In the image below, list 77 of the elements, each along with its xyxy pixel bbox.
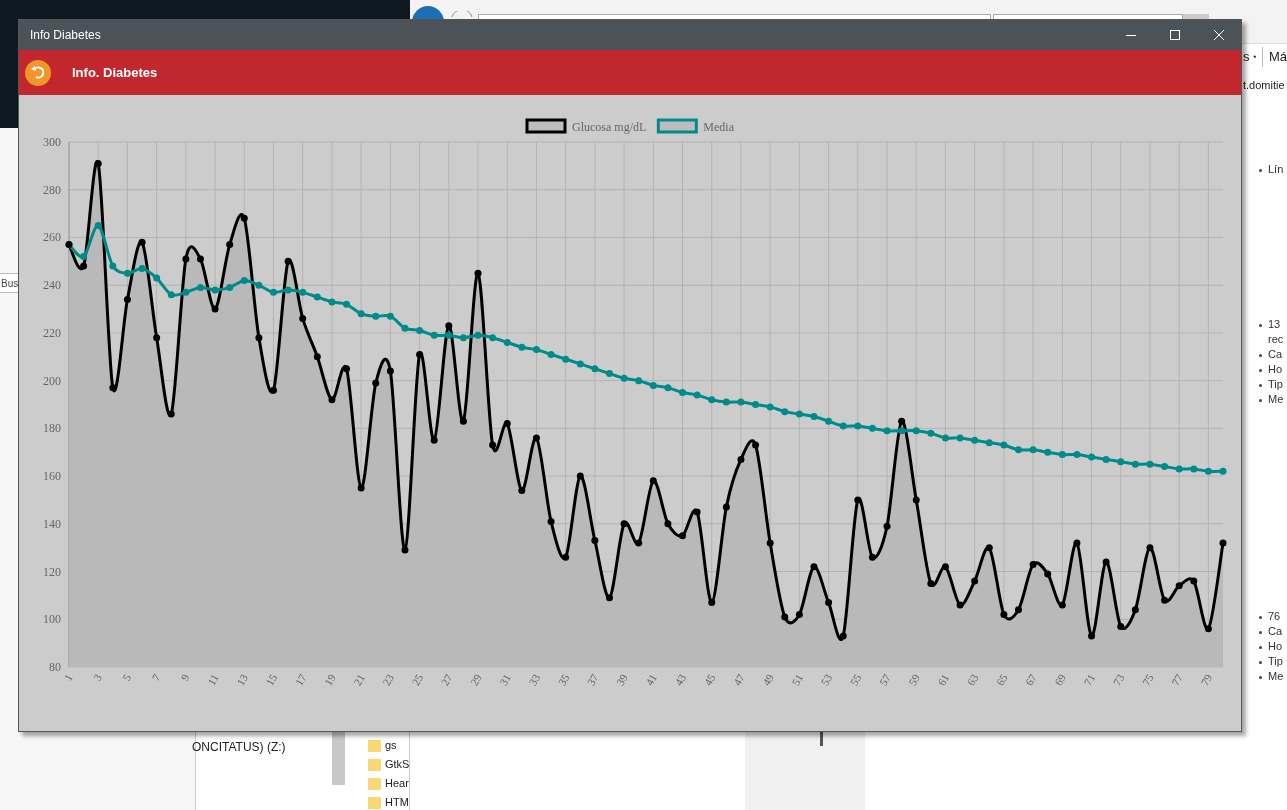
list-item-text: Lín — [1268, 162, 1284, 177]
list-item-text: 76 — [1268, 609, 1281, 624]
x-tick-label: 65 — [993, 672, 1010, 688]
list-item-text: Tip — [1268, 377, 1283, 392]
x-tick-label: 25 — [409, 672, 426, 688]
x-tick-label: 55 — [847, 672, 864, 688]
y-tick-label: 100 — [43, 612, 61, 627]
x-tick-label: 63 — [964, 672, 981, 688]
y-tick-label: 220 — [43, 325, 61, 340]
folder-name[interactable]: GtkS — [385, 757, 410, 771]
x-tick-label: 51 — [789, 672, 806, 688]
legend-label: Media — [703, 120, 734, 134]
y-tick-label: 300 — [43, 135, 61, 149]
y-tick-label: 180 — [43, 421, 61, 436]
x-tick-label: 71 — [1081, 672, 1098, 688]
list-item-text: Me — [1268, 669, 1284, 684]
x-tick-label: 61 — [935, 672, 952, 688]
x-tick-label: 57 — [876, 672, 893, 688]
x-tick-label: 67 — [1022, 672, 1039, 688]
x-tick-label: 15 — [263, 672, 280, 688]
x-tick-label: 11 — [205, 672, 221, 688]
folder-name[interactable]: gs — [385, 738, 397, 752]
x-tick-label: 75 — [1139, 672, 1156, 688]
x-tick-label: 59 — [906, 672, 922, 688]
list-item-text: rec — [1268, 332, 1284, 347]
x-tick-label: 13 — [234, 672, 250, 688]
x-tick-label: 73 — [1110, 672, 1127, 688]
y-tick-label: 140 — [43, 516, 61, 531]
search-field[interactable]: Bus — [0, 273, 18, 293]
y-tick-label: 160 — [43, 469, 61, 484]
url-text: t.domitie — [1243, 78, 1285, 93]
x-tick-label: 43 — [672, 672, 689, 688]
menu-label[interactable]: Má — [1268, 47, 1287, 67]
x-tick-label: 47 — [730, 672, 747, 688]
list-item-text: Me — [1268, 392, 1284, 407]
menu-label[interactable]: s — [1243, 47, 1250, 67]
folder-name[interactable]: Hear — [385, 776, 409, 790]
y-tick-label: 120 — [43, 564, 61, 579]
legend-label: Glucosa mg/dL — [572, 120, 647, 134]
window-title: Info Diabetes — [30, 27, 101, 44]
y-tick-label: 200 — [43, 373, 61, 388]
x-tick-label: 29 — [467, 672, 484, 688]
x-tick-label: 69 — [1052, 672, 1069, 688]
x-tick-label: 39 — [613, 672, 630, 688]
x-tick-label: 35 — [555, 672, 572, 688]
x-tick-label: 45 — [701, 672, 718, 688]
folder-name[interactable]: HTM — [385, 795, 409, 809]
x-tick-label: 31 — [497, 672, 513, 688]
x-tick-label: 17 — [292, 672, 309, 688]
x-tick-label: 27 — [438, 672, 455, 688]
list-item-text: Ho — [1268, 639, 1283, 654]
list-item-text: Ho — [1268, 362, 1283, 377]
header-title: Info. Diabetes — [72, 63, 158, 82]
x-tick-label: 37 — [584, 672, 601, 688]
x-tick-label: 3 — [90, 672, 104, 683]
x-tick-label: 49 — [760, 672, 776, 688]
list-item-text: Ca — [1268, 347, 1283, 362]
x-tick-label: 9 — [178, 672, 192, 683]
x-tick-label: 79 — [1198, 672, 1215, 688]
x-tick-label: 33 — [526, 672, 543, 688]
y-tick-label: 280 — [43, 182, 61, 197]
x-tick-label: 77 — [1169, 672, 1185, 688]
drive-label[interactable]: ONCITATUS) (Z:) — [192, 738, 286, 756]
list-item-text: Tip — [1268, 654, 1283, 669]
x-tick-label: 41 — [643, 672, 660, 688]
x-tick-label: 23 — [380, 672, 397, 688]
x-tick-label: 1 — [61, 672, 75, 683]
y-tick-label: 240 — [43, 278, 61, 293]
x-tick-label: 21 — [351, 672, 367, 688]
y-tick-label: 80 — [49, 660, 61, 674]
list-item-text: 13 — [1268, 317, 1281, 332]
x-tick-label: 19 — [321, 672, 338, 688]
y-tick-label: 260 — [43, 230, 61, 245]
x-tick-label: 7 — [149, 672, 163, 683]
list-item-text: Ca — [1268, 624, 1283, 639]
x-tick-label: 53 — [818, 672, 835, 688]
x-tick-label: 5 — [120, 672, 134, 683]
